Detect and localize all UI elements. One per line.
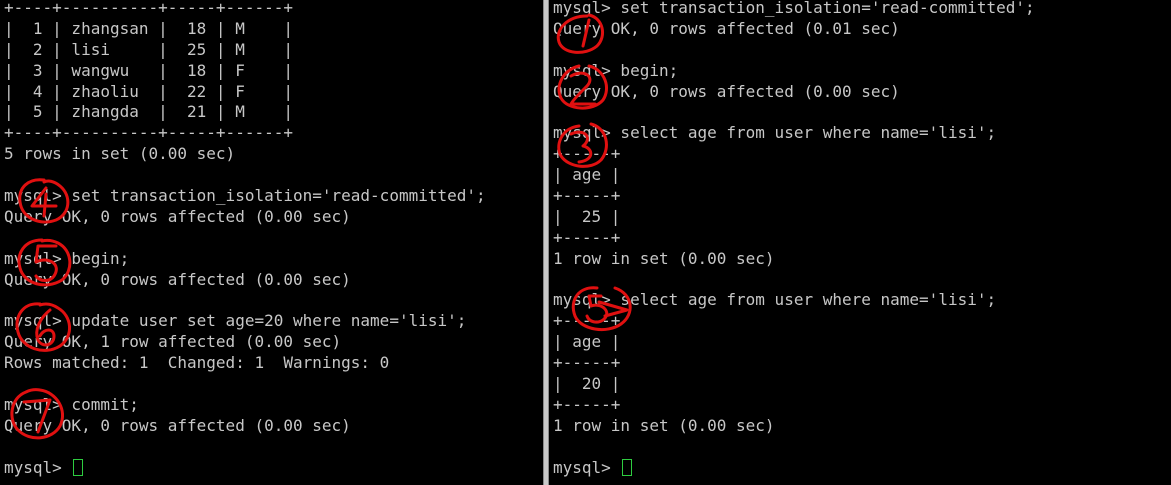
- terminal-line: Rows matched: 1 Changed: 1 Warnings: 0: [4, 353, 390, 373]
- terminal-line: 1 row in set (0.00 sec): [553, 248, 775, 268]
- terminal-line: +----+----------+-----+------+: [4, 0, 293, 17]
- terminal-line: mysql> update user set age=20 where name…: [4, 311, 467, 331]
- terminal-line: | 20 |: [553, 374, 621, 394]
- terminal-line: | age |: [553, 165, 621, 185]
- terminal-line: mysql> set transaction_isolation='read-c…: [4, 186, 486, 206]
- terminal-line: Query OK, 0 rows affected (0.00 sec): [553, 81, 900, 101]
- terminal-line: | 5 | zhangda | 21 | M |: [4, 102, 293, 122]
- terminal-line: | 2 | lisi | 25 | M |: [4, 39, 293, 59]
- terminal-line: mysql> begin;: [4, 248, 130, 268]
- terminal-line: Query OK, 0 rows affected (0.00 sec): [4, 269, 351, 289]
- terminal-line: +-----+: [553, 227, 621, 247]
- terminal-line: | 1 | zhangsan | 18 | M |: [4, 18, 293, 38]
- terminal-line: | 25 |: [553, 206, 621, 226]
- terminal-line: Query OK, 0 rows affected (0.01 sec): [553, 18, 900, 38]
- terminal-line: +-----+: [553, 186, 621, 206]
- mysql-prompt: mysql>: [4, 457, 72, 477]
- terminal-line: Query OK, 1 row affected (0.00 sec): [4, 332, 342, 352]
- terminal-line: 1 row in set (0.00 sec): [553, 415, 775, 435]
- terminal-line: mysql> set transaction_isolation='read-c…: [553, 0, 1035, 17]
- terminal-line: mysql> commit;: [4, 394, 139, 414]
- right-terminal-pane[interactable]: mysql> set transaction_isolation='read-c…: [549, 0, 1171, 485]
- terminal-prompt-line[interactable]: mysql>: [553, 458, 1035, 479]
- terminal-line: +----+----------+-----+------+: [4, 123, 293, 143]
- terminal-line: +-----+: [553, 394, 621, 414]
- text-cursor: [622, 458, 633, 476]
- text-cursor: [73, 458, 84, 476]
- terminal-line: | age |: [553, 332, 621, 352]
- terminal-prompt-line[interactable]: mysql>: [4, 458, 486, 479]
- terminal-line: +-----+: [553, 353, 621, 373]
- terminal-line: | 3 | wangwu | 18 | F |: [4, 60, 293, 80]
- right-terminal-output: mysql> set transaction_isolation='read-c…: [553, 0, 1035, 478]
- terminal-line: +-----+: [553, 311, 621, 331]
- terminal-line: +-----+: [553, 144, 621, 164]
- left-terminal-pane[interactable]: +----+----------+-----+------+ | 1 | zha…: [0, 0, 543, 485]
- terminal-line: mysql> begin;: [553, 60, 679, 80]
- left-terminal-output: +----+----------+-----+------+ | 1 | zha…: [4, 0, 486, 478]
- terminal-line: Query OK, 0 rows affected (0.00 sec): [4, 415, 351, 435]
- mysql-prompt: mysql>: [553, 457, 621, 477]
- terminal-line: mysql> select age from user where name='…: [553, 123, 997, 143]
- terminal-line: 5 rows in set (0.00 sec): [4, 144, 236, 164]
- terminal-line: | 4 | zhaoliu | 22 | F |: [4, 81, 293, 101]
- terminal-line: Query OK, 0 rows affected (0.00 sec): [4, 206, 351, 226]
- terminal-line: mysql> select age from user where name='…: [553, 290, 997, 310]
